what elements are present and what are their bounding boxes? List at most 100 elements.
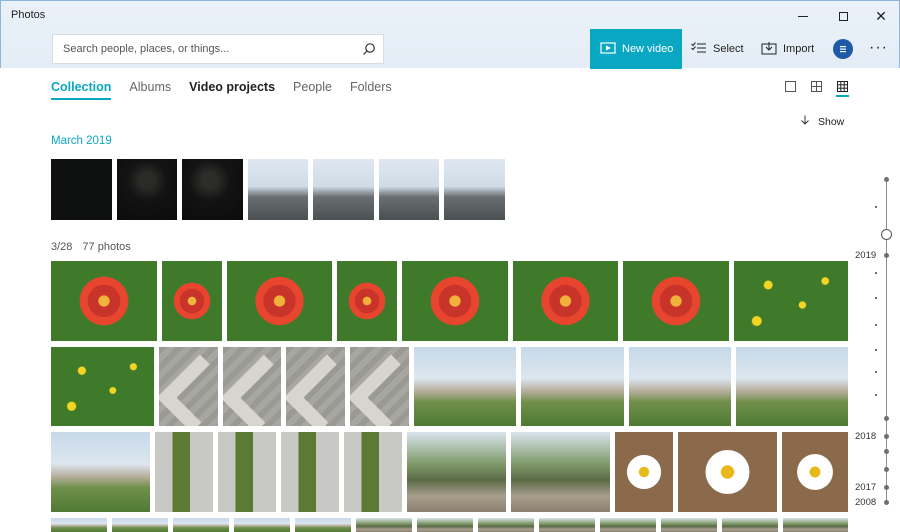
photo-thumbnail[interactable]: [286, 347, 345, 426]
photo-thumbnail[interactable]: [344, 432, 402, 512]
timeline-year-label[interactable]: 2008: [855, 497, 876, 508]
photo-thumbnail[interactable]: [227, 261, 332, 341]
app-title: Photos: [11, 9, 46, 21]
tab-collection[interactable]: Collection: [51, 80, 112, 100]
timeline-marker[interactable]: [884, 500, 889, 505]
photo-thumbnail[interactable]: [511, 432, 610, 512]
photo-thumbnail[interactable]: [51, 261, 157, 341]
photo-thumbnail[interactable]: [337, 261, 397, 341]
photo-thumbnail[interactable]: [414, 347, 516, 426]
timeline-year-label[interactable]: 2018: [855, 431, 876, 442]
photo-thumbnail[interactable]: [782, 432, 848, 512]
timeline-tick: [875, 272, 877, 274]
photo-thumbnail[interactable]: [295, 518, 351, 532]
photo-thumbnail[interactable]: [678, 432, 777, 512]
section-title[interactable]: March 2019: [51, 135, 112, 147]
import-icon: [761, 41, 777, 58]
photo-thumbnail[interactable]: [162, 261, 222, 341]
photo-thumbnail[interactable]: [51, 159, 112, 220]
search-icon[interactable]: [355, 35, 383, 63]
maximize-button[interactable]: [823, 3, 863, 29]
medium-grid-icon[interactable]: [810, 80, 823, 93]
new-video-label: New video: [622, 43, 674, 55]
import-button[interactable]: Import: [761, 37, 814, 61]
close-icon: ✕: [875, 7, 887, 24]
photo-thumbnail[interactable]: [736, 347, 848, 426]
single-view-icon[interactable]: [784, 80, 797, 93]
timeline-tick: [875, 394, 877, 396]
small-grid-icon[interactable]: [836, 80, 849, 97]
photo-thumbnail[interactable]: [734, 261, 848, 341]
search-box[interactable]: Search people, places, or things...: [52, 34, 384, 64]
photo-thumbnail[interactable]: [444, 159, 505, 220]
photo-thumbnail[interactable]: [623, 261, 729, 341]
timeline-tick: [875, 324, 877, 326]
photo-thumbnail[interactable]: [478, 518, 534, 532]
photo-thumbnail[interactable]: [417, 518, 473, 532]
photo-thumbnail[interactable]: [600, 518, 656, 532]
photo-thumbnail[interactable]: [661, 518, 717, 532]
tab-video-projects[interactable]: Video projects: [189, 80, 275, 100]
select-button[interactable]: Select: [691, 37, 744, 61]
photo-thumbnail[interactable]: [112, 518, 168, 532]
timeline-marker[interactable]: [884, 434, 889, 439]
photo-thumbnail[interactable]: [159, 347, 218, 426]
minimize-button[interactable]: [783, 3, 823, 29]
photo-thumbnail[interactable]: [223, 347, 281, 426]
timeline-year-label[interactable]: 2017: [855, 482, 876, 493]
timeline-handle[interactable]: [881, 229, 892, 240]
photo-thumbnail[interactable]: [218, 432, 276, 512]
photo-thumbnail[interactable]: [281, 432, 339, 512]
photo-thumbnail[interactable]: [722, 518, 778, 532]
timeline-tick: [875, 349, 877, 351]
more-icon[interactable]: ···: [869, 39, 888, 57]
photo-thumbnail[interactable]: [379, 159, 439, 220]
photo-thumbnail[interactable]: [350, 347, 409, 426]
show-button[interactable]: Show: [800, 115, 844, 128]
minimize-icon: [798, 15, 808, 17]
photo-thumbnail[interactable]: [356, 518, 412, 532]
select-icon: [691, 41, 707, 57]
nav-tabs: Collection Albums Video projects People …: [51, 80, 410, 100]
photo-thumbnail[interactable]: [248, 159, 308, 220]
photo-thumbnail[interactable]: [615, 432, 673, 512]
photo-thumbnail[interactable]: [521, 347, 624, 426]
arrow-down-icon: [800, 115, 810, 128]
photo-thumbnail[interactable]: [51, 518, 107, 532]
photo-thumbnail[interactable]: [117, 159, 177, 220]
timeline-marker[interactable]: [884, 467, 889, 472]
timeline-marker[interactable]: [884, 253, 889, 258]
timeline-marker[interactable]: [884, 449, 889, 454]
photo-thumbnail[interactable]: [51, 432, 150, 512]
import-label: Import: [783, 43, 815, 55]
profile-icon[interactable]: [833, 39, 853, 59]
tab-folders[interactable]: Folders: [350, 80, 392, 100]
timeline-marker[interactable]: [884, 485, 889, 490]
timeline-marker[interactable]: [884, 177, 889, 182]
timeline-year-label[interactable]: 2019: [855, 250, 876, 261]
photo-thumbnail[interactable]: [513, 261, 618, 341]
timeline-marker[interactable]: [884, 416, 889, 421]
photo-thumbnail[interactable]: [629, 347, 731, 426]
photo-thumbnail[interactable]: [182, 159, 243, 220]
new-video-button[interactable]: New video: [590, 29, 682, 69]
view-size-toggle: [784, 80, 849, 97]
photo-thumbnail[interactable]: [407, 432, 506, 512]
close-button[interactable]: ✕: [861, 3, 900, 29]
timeline-tick: [875, 206, 877, 208]
photo-thumbnail[interactable]: [402, 261, 508, 341]
group-header: 3/28 77 photos: [51, 241, 131, 253]
photo-thumbnail[interactable]: [313, 159, 374, 220]
maximize-icon: [838, 11, 848, 21]
photo-thumbnail[interactable]: [783, 518, 848, 532]
title-bar: Photos ✕ Search people, places, or thing…: [0, 0, 900, 69]
tab-albums[interactable]: Albums: [129, 80, 171, 100]
tab-people[interactable]: People: [293, 80, 332, 100]
search-input[interactable]: Search people, places, or things...: [53, 43, 355, 55]
photo-thumbnail[interactable]: [173, 518, 229, 532]
photo-thumbnail[interactable]: [155, 432, 213, 512]
photo-thumbnail[interactable]: [539, 518, 595, 532]
photo-thumbnail[interactable]: [234, 518, 290, 532]
photo-thumbnail[interactable]: [51, 347, 154, 426]
timeline-tick: [875, 371, 877, 373]
